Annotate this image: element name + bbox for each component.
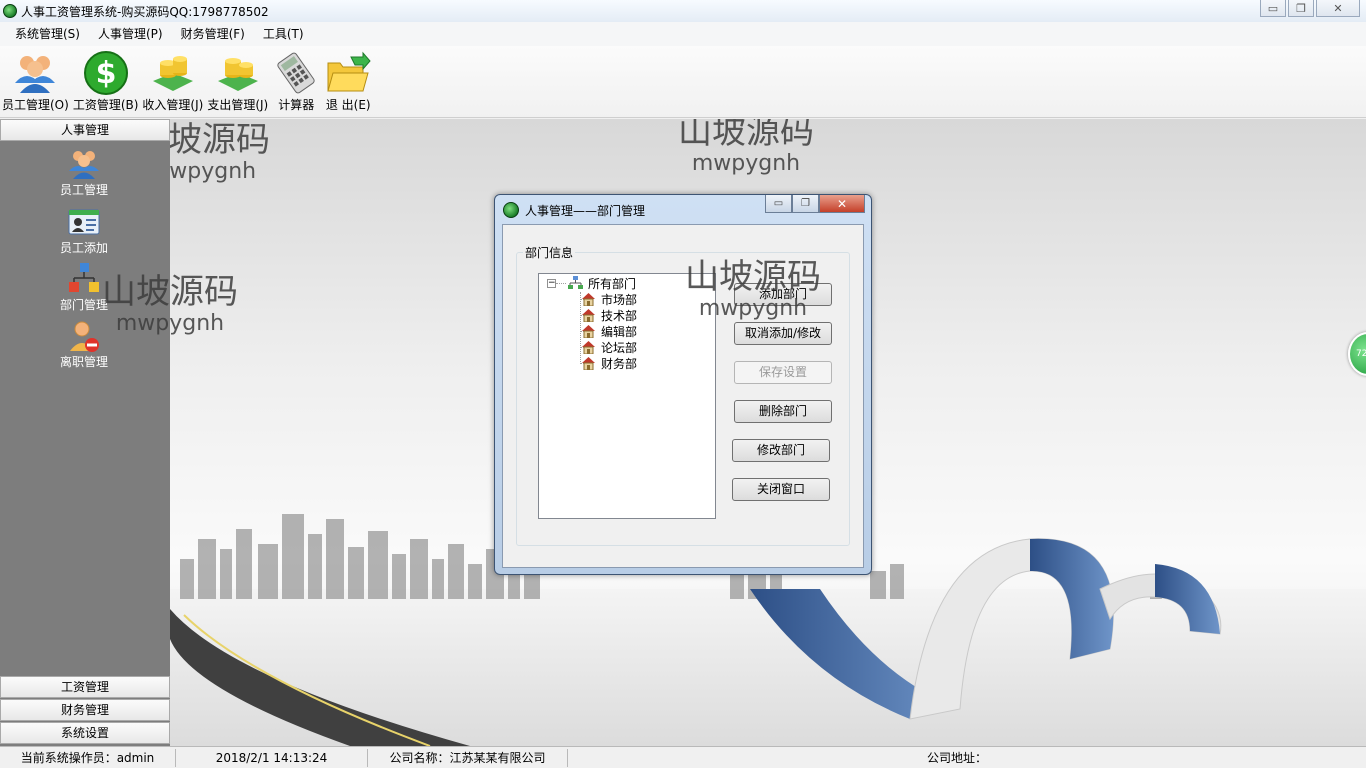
status-bar: 当前系统操作员：admin 2018/2/1 14:13:24 公司名称：江苏某…: [0, 746, 1366, 768]
status-address: 公司地址：: [926, 750, 987, 765]
department-info-group: 部门信息 − 所有部门 市场部 技术部 编辑部 论坛部 财务部 添加部门 取消添…: [516, 244, 850, 546]
tree-node[interactable]: 论坛部: [571, 339, 637, 355]
house-icon: [581, 308, 596, 323]
dollar-icon: $: [82, 50, 130, 96]
toolbar-salary-label: 工资管理(B): [72, 98, 139, 112]
tree-node[interactable]: 市场部: [571, 291, 637, 307]
minimize-button[interactable]: ▭: [1260, 0, 1286, 17]
menu-personnel[interactable]: 人事管理(P): [89, 22, 172, 46]
dialog-title: 人事管理——部门管理: [525, 203, 646, 218]
sidebar-item-employee-add[interactable]: 员工添加: [30, 205, 138, 256]
sidebar-item-label: 部门管理: [59, 298, 108, 312]
sidebar-item-label: 离职管理: [59, 355, 108, 369]
dialog-title-bar: 人事管理——部门管理: [503, 199, 645, 221]
toolbar-exit-button[interactable]: 退 出(E): [324, 46, 372, 112]
dialog-window-controls: ▭ ❐ ✕: [765, 195, 865, 213]
org-chart-icon: [67, 262, 101, 296]
toolbar-employee-label: 员工管理(O): [2, 98, 69, 112]
tree-node[interactable]: 编辑部: [571, 323, 637, 339]
calculator-icon: [272, 50, 320, 96]
delete-department-button[interactable]: 删除部门: [734, 400, 832, 423]
tree-node-label: 编辑部: [601, 324, 638, 339]
window-controls: ▭ ❐ ✕: [1260, 0, 1360, 17]
status-operator: 当前系统操作员：admin: [0, 748, 176, 767]
menu-system[interactable]: 系统管理(S): [6, 22, 89, 46]
toolbar-exit-label: 退 出(E): [325, 98, 371, 112]
dialog-minimize-button[interactable]: ▭: [765, 195, 792, 213]
toolbar-expense-label: 支出管理(J): [207, 98, 269, 112]
tree-node-label: 论坛部: [601, 340, 638, 355]
dialog-close-button[interactable]: ✕: [819, 195, 865, 213]
tree-node-label: 市场部: [601, 292, 638, 307]
tree-node[interactable]: 技术部: [571, 307, 637, 323]
cancel-add-edit-button[interactable]: 取消添加/修改: [734, 322, 832, 345]
user-remove-icon: [67, 319, 101, 353]
dialog-client-area: 部门信息 − 所有部门 市场部 技术部 编辑部 论坛部 财务部 添加部门 取消添…: [502, 224, 864, 568]
toolbar-expense-button[interactable]: 支出管理(J): [207, 46, 268, 112]
toolbar-salary-button[interactable]: $ 工资管理(B): [72, 46, 139, 112]
toolbar-income-label: 收入管理(J): [142, 98, 204, 112]
id-card-icon: [67, 205, 101, 239]
toolbar-calculator-button[interactable]: 计算器: [272, 46, 320, 112]
svg-text:$: $: [95, 56, 116, 91]
toolbar-employee-button[interactable]: 员工管理(O): [2, 46, 69, 112]
house-icon: [581, 340, 596, 355]
add-department-button[interactable]: 添加部门: [734, 283, 832, 306]
sidebar-header-finance[interactable]: 财务管理: [0, 699, 170, 721]
save-settings-button[interactable]: 保存设置: [734, 361, 832, 384]
sidebar-item-label: 员工添加: [59, 241, 108, 255]
window-title: 人事工资管理系统-购买源码QQ:1798778502: [21, 4, 269, 19]
tree-node-label: 技术部: [601, 308, 638, 323]
status-datetime: 2018/2/1 14:13:24: [176, 748, 368, 767]
department-tree[interactable]: − 所有部门 市场部 技术部 编辑部 论坛部 财务部: [538, 273, 716, 519]
group-label: 部门信息: [523, 244, 576, 261]
tree-root-label: 所有部门: [588, 276, 637, 291]
coins-in-icon: [149, 50, 197, 96]
status-company: 公司名称：江苏某某有限公司: [368, 748, 568, 767]
house-icon: [581, 324, 596, 339]
sidebar-item-department[interactable]: 部门管理: [30, 262, 138, 313]
dialog-maximize-button[interactable]: ❐: [792, 195, 819, 213]
app-globe-icon: [3, 4, 17, 18]
menu-tools[interactable]: 工具(T): [254, 22, 313, 46]
sidebar-header-salary[interactable]: 工资管理: [0, 676, 170, 698]
toolbar-calculator-label: 计算器: [278, 98, 315, 112]
sidebar-item-employee-manage[interactable]: 员工管理: [30, 147, 138, 198]
toolbar-income-button[interactable]: 收入管理(J): [142, 46, 203, 112]
menu-bar: 系统管理(S) 人事管理(P) 财务管理(F) 工具(T): [0, 22, 1366, 46]
tree-root-node[interactable]: − 所有部门: [547, 275, 636, 291]
users-icon: [67, 147, 101, 181]
tree-collapse-toggle[interactable]: −: [547, 278, 556, 288]
menu-finance[interactable]: 财务管理(F): [172, 22, 254, 46]
coins-out-icon: [214, 50, 262, 96]
house-icon: [581, 356, 596, 371]
sidebar-item-label: 员工管理: [59, 183, 108, 197]
department-dialog: 人事管理——部门管理 ▭ ❐ ✕ 部门信息 − 所有部门 市场部 技术部 编辑部…: [494, 194, 872, 575]
close-window-button[interactable]: 关闭窗口: [732, 478, 830, 501]
exit-folder-icon: [324, 50, 372, 96]
sidebar-header-personnel[interactable]: 人事管理: [0, 119, 170, 141]
network-icon: [568, 276, 583, 290]
house-icon: [581, 292, 596, 307]
close-button[interactable]: ✕: [1316, 0, 1360, 17]
sidebar: 人事管理 员工管理 员工添加 部门管理 离职管理 工资管理 财务管理 系统设置: [0, 119, 170, 746]
edit-department-button[interactable]: 修改部门: [732, 439, 830, 462]
users-icon: [11, 50, 59, 96]
tree-node[interactable]: 财务部: [571, 355, 637, 371]
toolbar: 员工管理(O) $ 工资管理(B) 收入管理(J) 支出管理(J) 计算器 退 …: [0, 46, 1366, 118]
title-bar: 人事工资管理系统-购买源码QQ:1798778502 ▭ ❐ ✕: [0, 0, 1366, 22]
sidebar-header-settings[interactable]: 系统设置: [0, 722, 170, 744]
maximize-button[interactable]: ❐: [1288, 0, 1314, 17]
tree-node-label: 财务部: [601, 356, 638, 371]
sidebar-item-resignation[interactable]: 离职管理: [30, 319, 138, 370]
globe-icon: [503, 202, 519, 218]
